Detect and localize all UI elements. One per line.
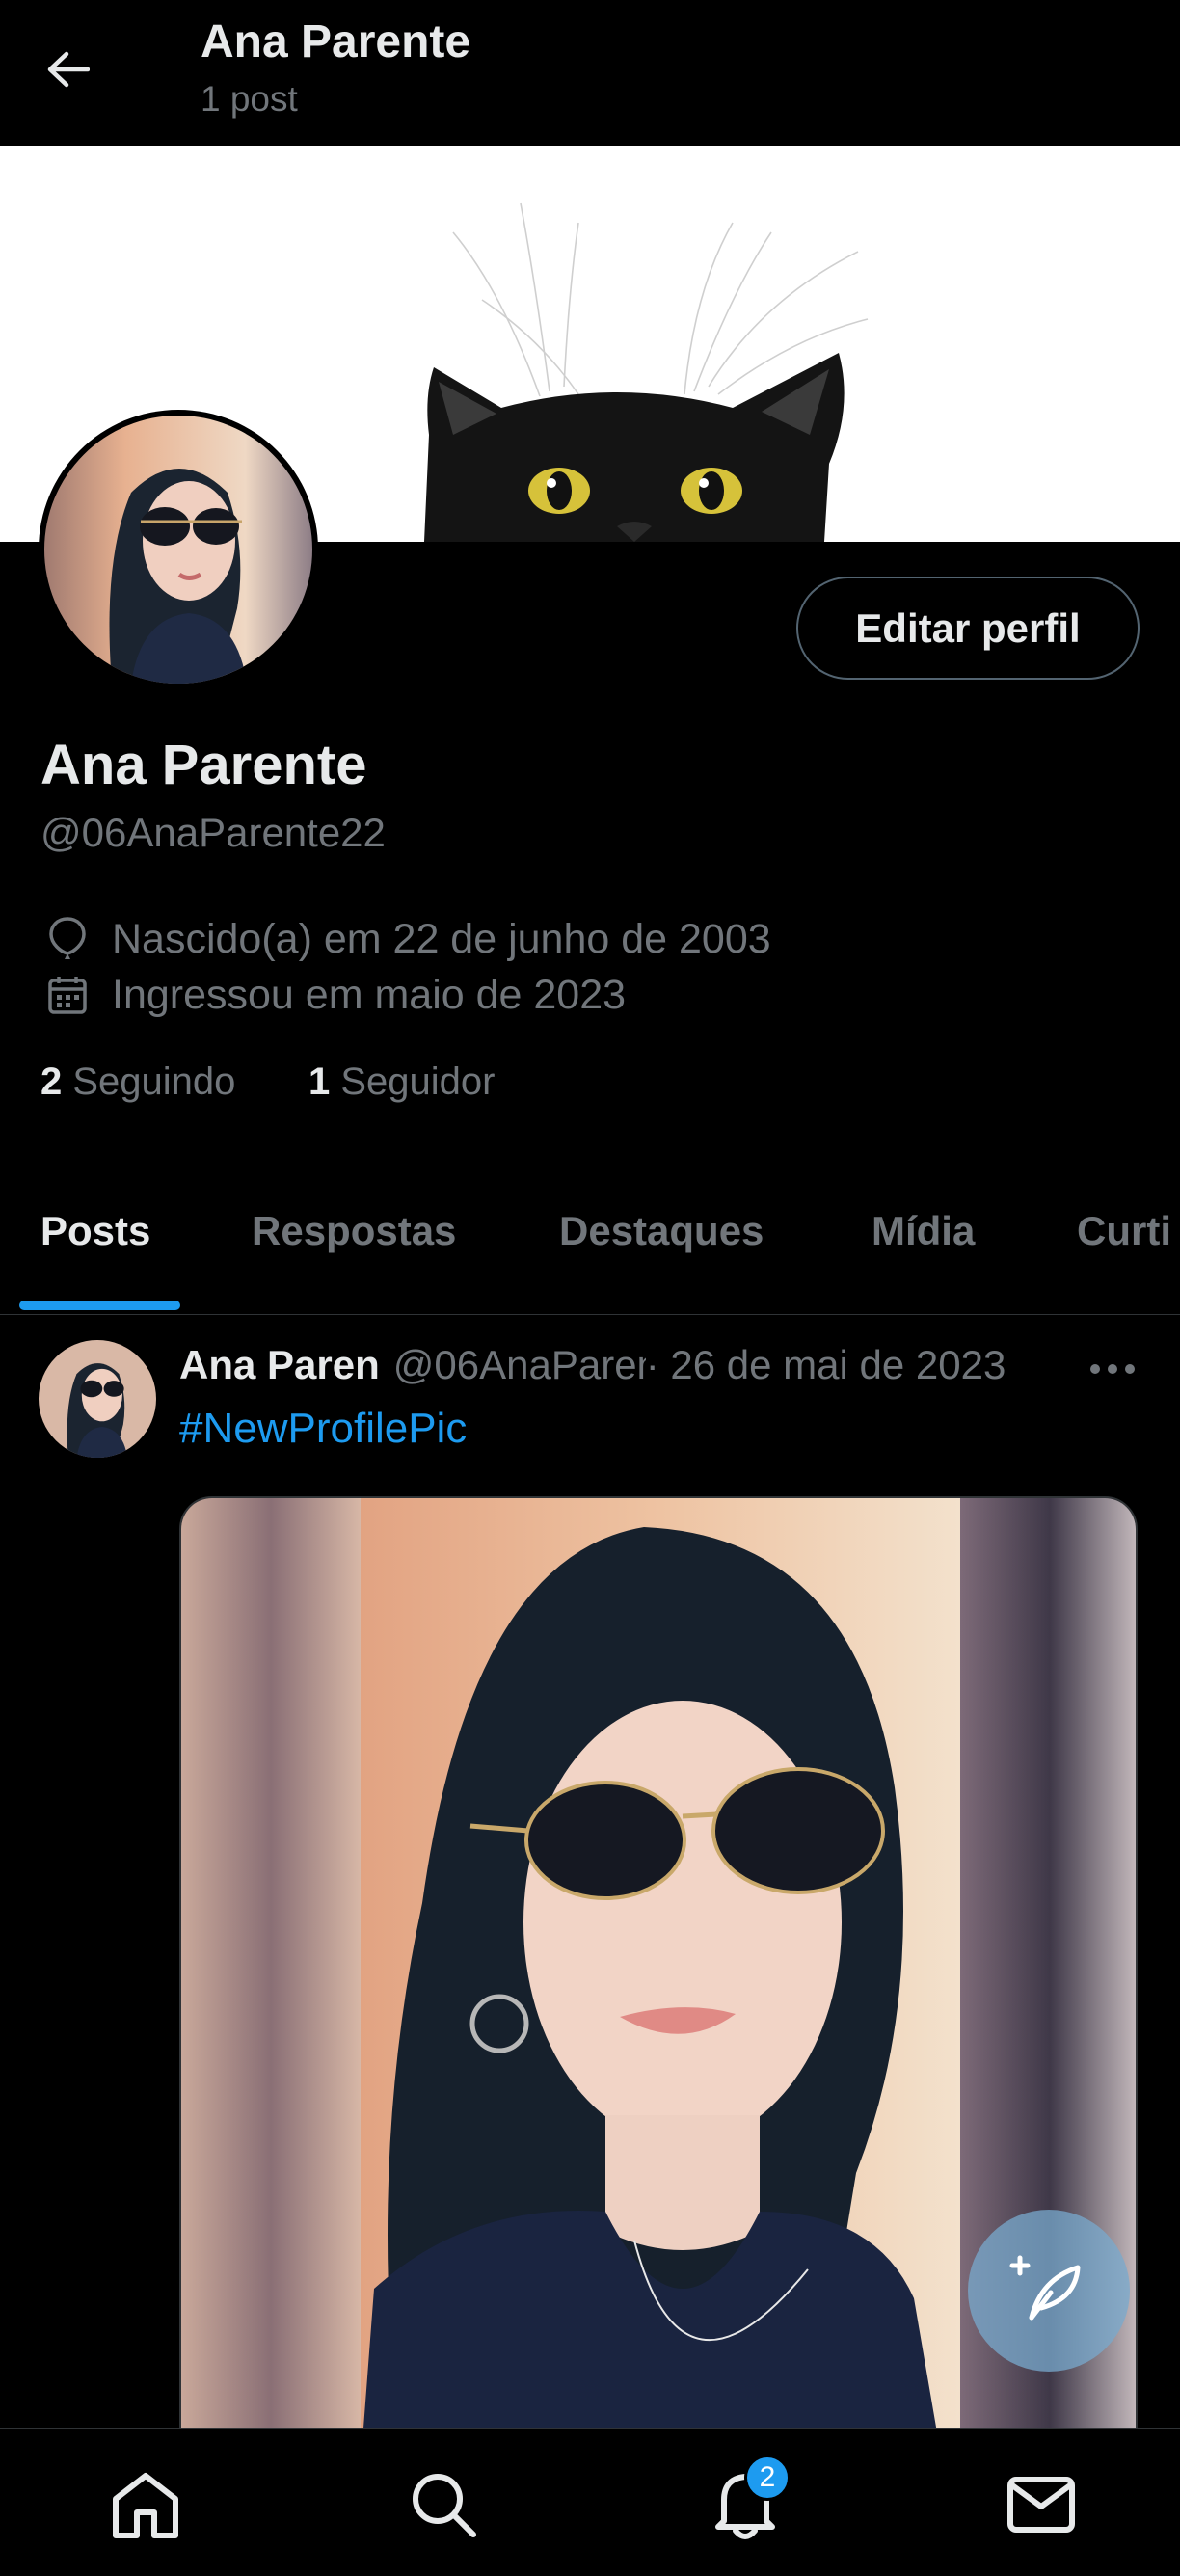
followers-link[interactable]: 1 Seguidor <box>308 1060 496 1104</box>
home-icon <box>113 2473 178 2538</box>
joined-info: Ingressou em maio de 2023 <box>42 970 626 1020</box>
post-hashtag[interactable]: #NewProfilePic <box>179 1405 467 1453</box>
more-options-button[interactable] <box>1084 1346 1141 1392</box>
messages-icon <box>1007 2477 1075 2533</box>
joined-text: Ingressou em maio de 2023 <box>112 971 627 1018</box>
arrow-left-icon <box>47 51 90 88</box>
birth-info: Nascido(a) em 22 de junho de 2003 <box>42 914 771 964</box>
profile-handle: @06AnaParente22 <box>40 810 386 855</box>
following-link[interactable]: 2 Seguindo <box>40 1060 235 1104</box>
followers-count: 1 <box>308 1060 331 1103</box>
profile-avatar[interactable] <box>39 410 318 689</box>
tab-highlights[interactable]: Destaques <box>559 1208 764 1254</box>
tab-media[interactable]: Mídia <box>872 1208 975 1254</box>
back-button[interactable] <box>39 40 96 98</box>
nav-messages[interactable] <box>1003 2466 1080 2543</box>
followers-label: Seguidor <box>340 1060 496 1103</box>
post-author-handle[interactable]: @06AnaParente22 <box>393 1342 646 1388</box>
search-icon <box>413 2474 476 2537</box>
more-horizontal-icon <box>1090 1364 1135 1374</box>
birth-text: Nascido(a) em 22 de junho de 2003 <box>112 915 771 962</box>
calendar-icon <box>42 970 93 1020</box>
balloon-icon <box>42 914 93 964</box>
profile-header: Ana Parente 1 post <box>0 0 1180 146</box>
nav-search[interactable] <box>405 2466 482 2543</box>
tab-posts[interactable]: Posts <box>40 1208 150 1254</box>
following-label: Seguindo <box>72 1060 236 1103</box>
compose-feather-icon <box>1009 2255 1081 2321</box>
post-author-name[interactable]: Ana Paren <box>179 1342 380 1388</box>
header-title: Ana Parente <box>201 16 471 67</box>
compose-button[interactable] <box>968 2210 1130 2372</box>
tab-likes[interactable]: Curti <box>1077 1208 1171 1254</box>
active-tab-indicator <box>19 1301 180 1310</box>
tab-replies[interactable]: Respostas <box>252 1208 456 1254</box>
profile-name: Ana Parente <box>40 734 367 796</box>
nav-home[interactable] <box>107 2466 184 2543</box>
edit-profile-button[interactable]: Editar perfil <box>796 577 1140 680</box>
post-author-avatar[interactable] <box>39 1340 156 1458</box>
post-date[interactable]: · 26 de mai de 2023 <box>646 1342 1006 1388</box>
following-count: 2 <box>40 1060 63 1103</box>
bottom-navigation <box>0 2428 1180 2576</box>
profile-tabs: Posts Respostas Destaques Mídia Curti <box>0 1172 1180 1315</box>
post-header: Ana Paren @06AnaParente22 · 26 de mai de… <box>179 1342 1124 1388</box>
notification-badge: 2 <box>744 2455 791 2501</box>
post-count: 1 post <box>201 79 298 119</box>
